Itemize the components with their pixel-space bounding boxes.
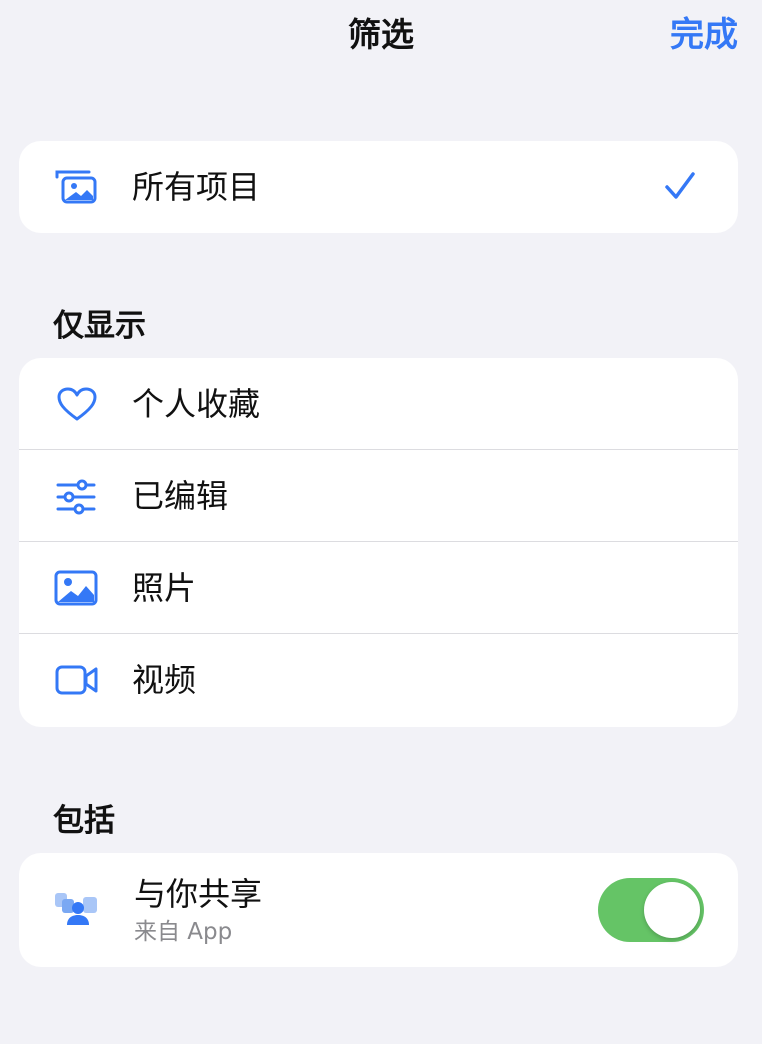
checkmark-icon — [665, 172, 695, 199]
shared-with-you-toggle[interactable] — [598, 878, 704, 942]
all-items-card: 所有项目 — [19, 141, 738, 233]
done-button[interactable]: 完成 — [670, 12, 738, 58]
only-show-card: 个人收藏 已编辑 照片 视频 — [19, 358, 738, 727]
all-items-label: 所有项目 — [132, 168, 261, 206]
shared-with-you-icon — [55, 893, 97, 925]
photo-icon — [54, 570, 98, 606]
shared-with-you-title: 与你共享 — [134, 875, 263, 913]
only-show-header: 仅显示 — [53, 308, 146, 344]
video-icon — [55, 665, 98, 695]
filter-row-favorites[interactable]: 个人收藏 — [19, 358, 738, 450]
sliders-icon — [56, 479, 96, 515]
heart-icon — [57, 387, 97, 421]
filter-label-videos: 视频 — [132, 661, 197, 699]
filter-label-photos: 照片 — [132, 569, 197, 607]
nav-title: 筛选 — [348, 15, 414, 54]
filter-label-favorites: 个人收藏 — [132, 385, 261, 423]
filter-row-edited[interactable]: 已编辑 — [19, 450, 738, 542]
shared-with-you-subtitle: 来自 App — [134, 919, 233, 945]
shared-with-you-row: 与你共享 来自 App — [19, 853, 738, 967]
include-card: 与你共享 来自 App — [19, 853, 738, 967]
include-header: 包括 — [53, 803, 115, 839]
filter-row-videos[interactable]: 视频 — [19, 634, 738, 726]
all-items-row[interactable]: 所有项目 — [19, 141, 738, 233]
filter-row-photos[interactable]: 照片 — [19, 542, 738, 634]
photo-stack-icon — [55, 170, 97, 204]
filter-label-edited: 已编辑 — [132, 477, 229, 515]
toggle-knob — [644, 882, 700, 938]
